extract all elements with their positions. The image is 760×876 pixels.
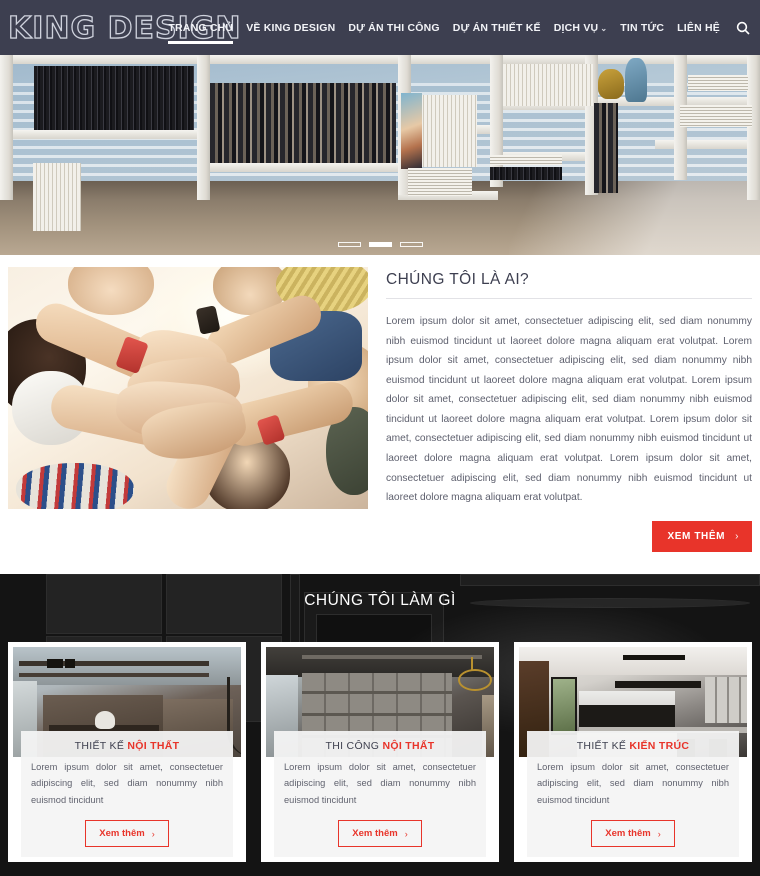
service-card[interactable]: THIẾT KẾ KIẾN TRÚC Lorem ipsum dolor sit…	[514, 641, 752, 863]
service-card-title: THIẾT KẾ KIẾN TRÚC	[537, 740, 729, 752]
nav-item-dich-vu[interactable]: DỊCH VỤ ⌄	[554, 3, 607, 53]
hero-slide-indicator-1[interactable]	[337, 242, 361, 247]
nav-item-ve-king-design[interactable]: VỀ KING DESIGN	[246, 3, 335, 53]
chevron-down-icon: ⌄	[600, 23, 608, 33]
about-read-more-button[interactable]: XEM THÊM ›	[652, 520, 752, 552]
service-card-actions: Xem thêm ›	[31, 808, 223, 848]
service-card-title-highlight: KIẾN TRÚC	[629, 739, 690, 752]
about-image	[8, 267, 368, 509]
service-card-read-more-button[interactable]: Xem thêm ›	[85, 820, 169, 848]
site-header: KING DESIGN TRANG CHỦ VỀ KING DESIGN DỰ …	[0, 0, 760, 55]
button-label: Xem thêm	[352, 828, 398, 840]
service-card-description: Lorem ipsum dolor sit amet, consectetuer…	[31, 761, 223, 805]
hero-image	[0, 55, 760, 255]
service-card-title-plain: THIẾT KẾ	[74, 739, 128, 752]
about-text-block: CHÚNG TÔI LÀ AI? Lorem ipsum dolor sit a…	[386, 267, 752, 552]
nav-item-trang-chu[interactable]: TRANG CHỦ	[168, 3, 233, 53]
nav-label: DỰ ÁN THI CÔNG	[348, 21, 440, 34]
search-icon[interactable]	[736, 21, 750, 35]
hero-shelving	[0, 55, 760, 231]
chevron-right-icon: ›	[735, 530, 739, 542]
button-label: Xem thêm	[99, 828, 145, 840]
about-section: CHÚNG TÔI LÀ AI? Lorem ipsum dolor sit a…	[0, 255, 760, 574]
hero-slide-indicator-3[interactable]	[399, 242, 423, 247]
service-card-title-plain: THI CÔNG	[325, 739, 383, 752]
about-title: CHÚNG TÔI LÀ AI?	[386, 271, 752, 299]
service-card-title-highlight: NỘI THẤT	[127, 739, 180, 752]
nav-label: DỰ ÁN THIẾT KẾ	[452, 21, 541, 34]
service-card-body: THIẾT KẾ NỘI THẤT Lorem ipsum dolor sit …	[21, 730, 233, 858]
service-card-description: Lorem ipsum dolor sit amet, consectetuer…	[537, 761, 729, 805]
nav-label: DỊCH VỤ	[553, 21, 599, 34]
nav-item-lien-he[interactable]: LIÊN HỆ	[677, 3, 720, 53]
services-section: CHÚNG TÔI LÀM GÌ THIẾT KẾ NỘI THẤT Lorem…	[0, 573, 760, 876]
nav-label: TRANG CHỦ	[168, 21, 234, 34]
nav-label: VỀ KING DESIGN	[246, 21, 336, 34]
services-card-list: THIẾT KẾ NỘI THẤT Lorem ipsum dolor sit …	[0, 610, 760, 863]
about-actions: XEM THÊM ›	[386, 520, 752, 552]
button-label: Xem thêm	[605, 828, 651, 840]
service-card-title-highlight: NỘI THẤT	[382, 739, 435, 752]
nav-item-du-an-thiet-ke[interactable]: DỰ ÁN THIẾT KẾ	[453, 3, 541, 53]
hero-slide-indicator-2[interactable]	[368, 242, 392, 247]
services-heading: CHÚNG TÔI LÀM GÌ	[304, 591, 456, 609]
nav-label: TIN TỨC	[620, 21, 665, 34]
button-label: XEM THÊM	[667, 530, 726, 542]
service-card-description: Lorem ipsum dolor sit amet, consectetuer…	[284, 761, 476, 805]
service-card-body: THI CÔNG NỘI THẤT Lorem ipsum dolor sit …	[274, 730, 486, 858]
chevron-right-icon: ›	[404, 828, 408, 839]
service-card[interactable]: THIẾT KẾ NỘI THẤT Lorem ipsum dolor sit …	[8, 641, 246, 863]
service-card-title: THI CÔNG NỘI THẤT	[284, 740, 476, 752]
chevron-right-icon: ›	[151, 828, 155, 839]
service-card-title-plain: THIẾT KẾ	[576, 739, 630, 752]
hero-slider-indicators	[0, 242, 760, 247]
service-card-title: THIẾT KẾ NỘI THẤT	[31, 740, 223, 752]
chevron-right-icon: ›	[657, 828, 661, 839]
service-card-body: THIẾT KẾ KIẾN TRÚC Lorem ipsum dolor sit…	[527, 730, 739, 858]
service-card[interactable]: THI CÔNG NỘI THẤT Lorem ipsum dolor sit …	[261, 641, 499, 863]
service-card-actions: Xem thêm ›	[284, 808, 476, 848]
service-card-actions: Xem thêm ›	[537, 808, 729, 848]
nav-item-tin-tuc[interactable]: TIN TỨC	[620, 3, 664, 53]
service-card-read-more-button[interactable]: Xem thêm ›	[338, 820, 422, 848]
nav-label: LIÊN HỆ	[677, 21, 720, 34]
about-body: Lorem ipsum dolor sit amet, consectetuer…	[386, 316, 752, 504]
service-card-read-more-button[interactable]: Xem thêm ›	[591, 820, 675, 848]
hero-carousel	[0, 55, 760, 255]
nav-item-du-an-thi-cong[interactable]: DỰ ÁN THI CÔNG	[348, 3, 439, 53]
main-navigation: TRANG CHỦ VỀ KING DESIGN DỰ ÁN THI CÔNG …	[168, 0, 750, 55]
